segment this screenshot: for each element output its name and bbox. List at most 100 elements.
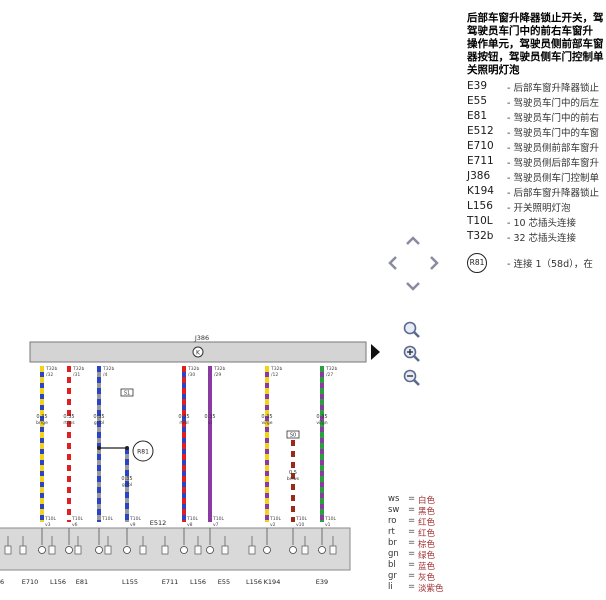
arrow-right-icon[interactable] (426, 255, 442, 271)
control-unit-label: J386 (194, 334, 209, 342)
zoom-in-icon[interactable] (402, 344, 422, 364)
legend-code: E39 (467, 80, 487, 92)
component-label: E711 (162, 578, 179, 586)
bottom-pin: v7 (213, 522, 219, 528)
component-label: L156 (50, 578, 66, 586)
component-label: E39 (316, 578, 328, 586)
bottom-pin: v2 (270, 522, 276, 528)
bottom-pin: v9 (130, 522, 136, 528)
color-code: sw (388, 505, 400, 515)
connector-tag: T32b (72, 366, 84, 372)
connector-tag: T32b (213, 366, 225, 372)
legend-code: T10L (467, 215, 493, 227)
equals-sign: = (408, 582, 416, 592)
equals-sign: = (408, 571, 416, 581)
connector-tag-short: T10L (324, 516, 336, 522)
wire-cross-section: 0.35 (204, 414, 215, 420)
legend-code: E711 (467, 155, 494, 167)
switch-icon (48, 545, 56, 555)
connector-tag-short: T10L (129, 516, 141, 522)
component-label: L156 (246, 578, 262, 586)
arrow-down-icon[interactable] (405, 278, 421, 294)
legend-code: R81 (467, 253, 487, 273)
wire-cross-section: 0.35 (178, 414, 189, 420)
lamp-icon (65, 546, 73, 554)
wire-color-code: vi (208, 420, 212, 426)
magnifier-icon[interactable] (402, 320, 422, 340)
component-label: E55 (218, 578, 230, 586)
bottom-pin: v6 (72, 522, 78, 528)
connector-tag-short: T10L (212, 516, 224, 522)
wire-color-code: br/ws (287, 476, 300, 482)
switch-icon (104, 545, 112, 555)
component-label: E6 (0, 578, 4, 586)
connector-tag: T32b (45, 366, 57, 372)
wire-cross-section: 0.35 (93, 414, 104, 420)
equals-sign: = (408, 538, 416, 548)
component-description: 后部车窗升降器锁止开关，驾 驾驶员车门中的前右车窗升 操作单元，驾驶员侧前部车窗… (467, 12, 606, 77)
wire-cross-section: 0.5 (289, 470, 297, 476)
switch-icon (19, 545, 27, 555)
switch-icon (248, 545, 256, 555)
component-label: E81 (76, 578, 88, 586)
color-code: bl (388, 560, 396, 570)
splice-dot (125, 446, 129, 450)
wire-color-code: vi/ge (261, 420, 272, 426)
legend-desc: - 后部车窗升降器锁止 (507, 83, 599, 94)
color-code: gr (388, 571, 397, 581)
bottom-pin: v1 (325, 522, 331, 528)
ground-box-label: S1 (124, 391, 130, 397)
wire-color-code: rt/ws (63, 420, 75, 426)
description-line: 驾驶员车门中的前右车窗升 (467, 25, 593, 37)
connector-tag-short: T10L (295, 516, 307, 522)
equals-sign: = (408, 505, 416, 515)
connector-tag: T32b (187, 366, 199, 372)
pin-number: /29 (214, 372, 221, 378)
lamp-icon (123, 546, 131, 554)
wire-color-code: br/ge (36, 420, 48, 426)
description-line: 关照明灯泡 (467, 64, 520, 76)
legend-code: T32b (467, 230, 494, 242)
pin-number: /12 (271, 372, 278, 378)
switch-icon (74, 545, 82, 555)
lamp-icon (180, 546, 188, 554)
connector-tag-short: T10L (269, 516, 281, 522)
pin-number: /31 (73, 372, 80, 378)
wire-cross-section: 0.35 (63, 414, 74, 420)
color-name: 淡紫色 (418, 584, 444, 594)
group-label: E512 (150, 519, 167, 527)
component-label: E710 (22, 578, 39, 586)
legend-desc: - 驾驶员车门中的后左 (507, 98, 599, 109)
description-line: 后部车窗升降器锁止开关，驾 (467, 12, 604, 24)
legend-code: L156 (467, 200, 493, 212)
description-line: 器按钮，驾驶员侧车门控制单 (467, 51, 604, 63)
legend-code: E55 (467, 95, 487, 107)
color-code: gn (388, 549, 399, 559)
connector-tag-short: T10L (44, 516, 56, 522)
equals-sign: = (408, 549, 416, 559)
legend-code: K194 (467, 185, 494, 197)
color-code: li (388, 582, 393, 592)
legend-desc: - 驾驶员侧前部车窗升 (507, 143, 599, 154)
pin-number: /30 (188, 372, 195, 378)
color-code: ws (388, 494, 400, 504)
equals-sign: = (408, 516, 416, 526)
switch-icon (139, 545, 147, 555)
arrow-up-icon[interactable] (405, 233, 421, 249)
connector-tag: T32b (325, 366, 337, 372)
splice-dot (97, 446, 101, 450)
legend-code: E512 (467, 125, 494, 137)
legend-code: J386 (467, 170, 491, 182)
wire-color-code: gr/bl (122, 482, 132, 488)
wire-cross-section: 0.35 (121, 476, 132, 482)
zoom-out-icon[interactable] (402, 368, 422, 388)
switch-icon (194, 545, 202, 555)
wire-cross-section: 0.35 (261, 414, 272, 420)
legend-desc: - 后部车窗升降器锁止 (507, 188, 599, 199)
arrow-left-icon[interactable] (385, 255, 401, 271)
lamp-icon (206, 546, 214, 554)
legend-desc: - 开关照明灯泡 (507, 203, 571, 214)
equals-sign: = (408, 560, 416, 570)
legend-code: E81 (467, 110, 487, 122)
legend-code: E710 (467, 140, 494, 152)
